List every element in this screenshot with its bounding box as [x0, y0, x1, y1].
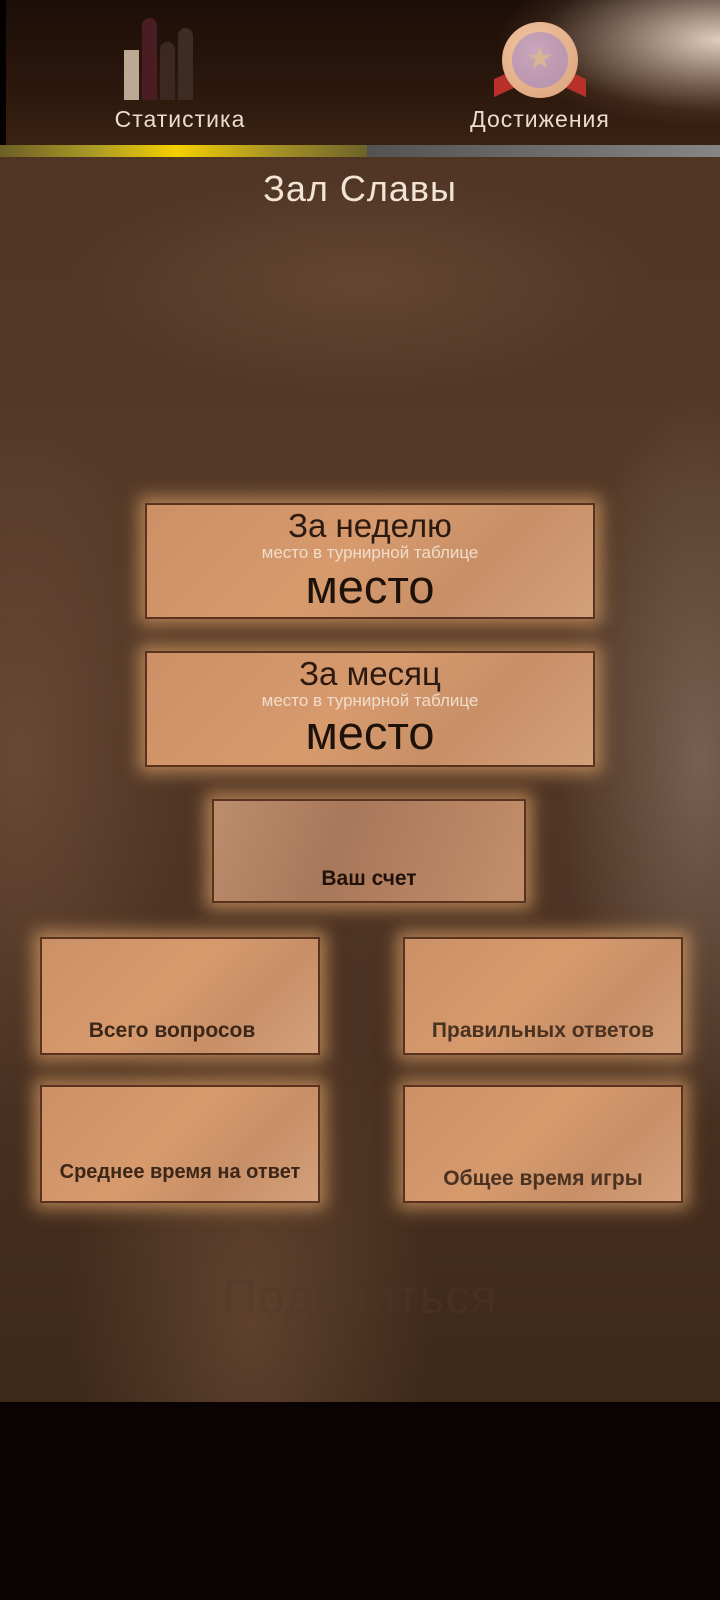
month-rank-card[interactable]: За месяц место в турнирной таблице место — [145, 651, 595, 767]
total-questions-label: Всего вопросов — [88, 1019, 256, 1042]
top-tab-bar: Статистика ★ Достижения — [0, 0, 720, 145]
month-rank-title: За месяц — [299, 655, 441, 692]
bar-chart-icon — [124, 18, 194, 100]
bar-chart-bar — [142, 18, 157, 100]
medal-icon: ★ — [494, 22, 586, 104]
avg-time-label: Среднее время на ответ — [59, 1161, 301, 1183]
medal-inner-circle: ★ — [512, 32, 568, 88]
bar-chart-bar — [124, 50, 139, 100]
medal-outer-ring: ★ — [502, 22, 578, 98]
page-title: Зал Славы — [263, 168, 457, 209]
bar-chart-bar — [160, 42, 175, 100]
avg-time-card[interactable]: Среднее время на ответ — [40, 1085, 320, 1203]
score-label: Ваш счет — [321, 867, 417, 890]
week-rank-title: За неделю — [288, 507, 452, 544]
bar-chart-bar — [178, 28, 193, 100]
star-icon: ★ — [526, 42, 554, 75]
total-questions-card[interactable]: Всего вопросов — [40, 937, 320, 1055]
week-rank-value: место — [305, 560, 435, 613]
tab-statistics-label: Статистика — [114, 106, 246, 132]
month-rank-value: место — [305, 706, 435, 759]
score-card[interactable]: Ваш счет — [212, 799, 526, 903]
tab-progress-bar — [0, 145, 720, 157]
total-time-label: Общее время игры — [443, 1167, 643, 1190]
bottom-empty-area — [0, 1402, 720, 1600]
app-screen: Статистика ★ Достижения Зал Славы За нед… — [0, 0, 720, 1402]
tab-progress-fill — [0, 145, 368, 157]
correct-answers-label: Правильных ответов — [431, 1019, 655, 1042]
week-rank-card[interactable]: За неделю место в турнирной таблице мест… — [145, 503, 595, 619]
tab-achievements[interactable]: ★ Достижения — [360, 0, 720, 145]
tab-achievements-label: Достижения — [470, 106, 610, 132]
total-time-card[interactable]: Общее время игры — [403, 1085, 683, 1203]
tab-statistics[interactable]: Статистика — [0, 0, 360, 145]
correct-answers-card[interactable]: Правильных ответов — [403, 937, 683, 1055]
share-button[interactable]: Поделиться — [0, 1270, 720, 1325]
